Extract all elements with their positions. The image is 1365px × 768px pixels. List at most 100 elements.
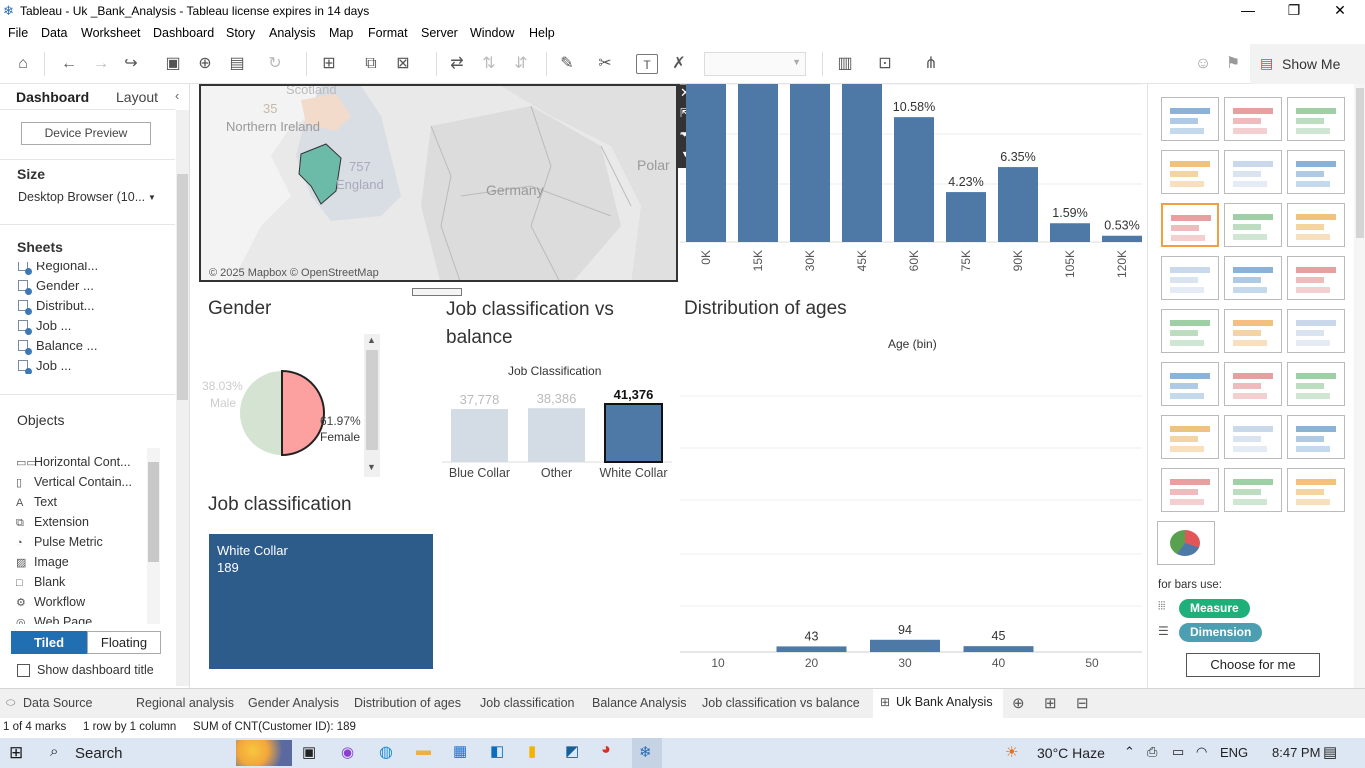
- menu-file[interactable]: File: [8, 26, 28, 40]
- pie-chart-icon[interactable]: [1287, 150, 1345, 194]
- copilot-icon[interactable]: ◉: [341, 743, 354, 761]
- notification-icon[interactable]: ▤: [1323, 743, 1337, 761]
- tab-jobbal[interactable]: Job classification vs balance: [702, 696, 860, 710]
- tray-chevron-icon[interactable]: ⌃: [1124, 744, 1135, 760]
- tab-balance[interactable]: Balance Analysis: [592, 696, 687, 710]
- windows-start-icon[interactable]: ⊞: [9, 743, 23, 763]
- presentation-icon[interactable]: ⊡: [874, 54, 896, 74]
- highlight-icon[interactable]: ✎: [556, 54, 578, 74]
- battery-icon[interactable]: ▭: [1172, 744, 1184, 760]
- tab-ages[interactable]: Distribution of ages: [354, 696, 461, 710]
- filled-map-icon[interactable]: [1224, 150, 1282, 194]
- continuous-lines-icon[interactable]: [1161, 309, 1219, 353]
- pause-updates-icon[interactable]: ▤: [226, 54, 248, 74]
- duplicate-icon[interactable]: ⧉: [360, 54, 382, 74]
- minimize-icon[interactable]: —: [1233, 2, 1263, 18]
- attach-icon[interactable]: ✂: [594, 54, 616, 74]
- discrete-lines-icon[interactable]: [1224, 309, 1282, 353]
- paint-icon[interactable]: ⚑: [1222, 54, 1244, 74]
- device-preview-button[interactable]: Device Preview: [21, 122, 151, 145]
- packed-bubbles-icon[interactable]: [1287, 468, 1345, 512]
- new-data-source-icon[interactable]: ⊕: [194, 54, 216, 74]
- sankey-extension-icon[interactable]: [1157, 521, 1215, 565]
- histogram-icon[interactable]: [1224, 415, 1282, 459]
- object-blank[interactable]: □ Blank: [16, 575, 65, 589]
- side-by-side-bars-icon[interactable]: [1287, 203, 1345, 247]
- tiled-button[interactable]: Tiled: [11, 631, 87, 654]
- dual-combination-icon[interactable]: [1287, 362, 1345, 406]
- save-icon[interactable]: ▣: [162, 54, 184, 74]
- weather-text[interactable]: 30°C Haze: [1037, 745, 1105, 761]
- object-webpage[interactable]: ◎ Web Page: [16, 615, 92, 624]
- floating-button[interactable]: Floating: [87, 631, 161, 654]
- clock[interactable]: 8:47 PM: [1272, 745, 1320, 760]
- tab-dashboard[interactable]: Dashboard: [16, 89, 89, 105]
- share-icon[interactable]: ⋔: [920, 54, 942, 74]
- stacked-bars-icon[interactable]: [1224, 203, 1282, 247]
- object-horizontal[interactable]: ▭▭Horizontal Cont...: [16, 455, 131, 469]
- sheet-item[interactable]: Balance ...: [18, 338, 97, 355]
- sheet-item[interactable]: Gender ...: [18, 278, 94, 295]
- menu-dashboard[interactable]: Dashboard: [153, 26, 214, 40]
- sort-asc-icon[interactable]: ⇅: [478, 54, 500, 74]
- tab-jobclass[interactable]: Job classification: [480, 696, 575, 710]
- balance-histogram[interactable]: 0K 15K 30K 45K 10.58% 60K 4.23% 75K 6.35% 90K 1.59…: [680, 84, 1142, 284]
- scatter-plot-icon[interactable]: [1161, 415, 1219, 459]
- taskbar-search[interactable]: Search: [75, 745, 123, 762]
- new-sheet-icon[interactable]: ⊞: [318, 54, 340, 74]
- jobclass-treemap-cell[interactable]: White Collar 189: [209, 534, 433, 669]
- replay-icon[interactable]: ↪: [120, 54, 142, 74]
- size-dropdown[interactable]: Desktop Browser (10...: [18, 190, 145, 204]
- object-vertical[interactable]: ▯ Vertical Contain...: [16, 475, 132, 489]
- tab-data-source[interactable]: Data Source: [23, 696, 92, 710]
- menu-help[interactable]: Help: [529, 26, 555, 40]
- outlook-icon[interactable]: ◧: [490, 742, 504, 760]
- menu-story[interactable]: Story: [226, 26, 255, 40]
- gender-pie[interactable]: 38.03% Male 61.97% Female: [202, 330, 382, 480]
- edge-icon[interactable]: ◍: [379, 742, 393, 762]
- close-icon[interactable]: ✕: [1325, 2, 1355, 19]
- text-table-icon[interactable]: [1161, 97, 1219, 141]
- restore-icon[interactable]: ❐: [1279, 2, 1309, 19]
- scroll-up-icon[interactable]: ▲: [367, 335, 376, 345]
- new-dashboard-icon[interactable]: ⊞: [1044, 694, 1057, 712]
- redo-icon[interactable]: →: [90, 54, 112, 74]
- sheet-item[interactable]: Regional...: [18, 262, 98, 275]
- undo-icon[interactable]: ←: [58, 54, 80, 74]
- objects-scrollbar[interactable]: [147, 448, 160, 624]
- menu-format[interactable]: Format: [368, 26, 408, 40]
- gender-scrollbar[interactable]: ▲ ▼: [364, 334, 380, 477]
- home-icon[interactable]: ⌂: [12, 54, 34, 74]
- file-explorer-icon[interactable]: ▬: [416, 742, 431, 759]
- sheet-item[interactable]: Job ...: [18, 318, 71, 335]
- wifi-icon[interactable]: ◠: [1196, 744, 1207, 760]
- bullet-graph-icon[interactable]: [1224, 468, 1282, 512]
- powerbi-icon[interactable]: ▮: [528, 742, 536, 760]
- tray-meet-icon[interactable]: ⎙: [1147, 744, 1157, 760]
- show-me-button[interactable]: ▤ Show Me: [1250, 44, 1365, 84]
- menu-analysis[interactable]: Analysis: [269, 26, 316, 40]
- box-whisker-icon[interactable]: [1287, 415, 1345, 459]
- menu-map[interactable]: Map: [329, 26, 353, 40]
- tab-gender[interactable]: Gender Analysis: [248, 696, 339, 710]
- tab-uk-bank-active[interactable]: ⊞ Uk Bank Analysis: [873, 689, 1003, 718]
- text-icon[interactable]: T: [636, 54, 658, 74]
- side-by-side-circles-icon[interactable]: [1287, 256, 1345, 300]
- area-discrete-icon[interactable]: [1224, 362, 1282, 406]
- language-indicator[interactable]: ENG: [1220, 745, 1248, 760]
- widget-icon[interactable]: [236, 740, 292, 766]
- tab-regional[interactable]: Regional analysis: [136, 696, 234, 710]
- dual-lines-icon[interactable]: [1287, 309, 1345, 353]
- scroll-down-icon[interactable]: ▼: [367, 462, 376, 472]
- heat-map-icon[interactable]: [1224, 97, 1282, 141]
- sheet-item[interactable]: Distribut...: [18, 298, 95, 315]
- circle-views-icon[interactable]: [1224, 256, 1282, 300]
- fit-dropdown[interactable]: ▼: [704, 52, 806, 76]
- menu-server[interactable]: Server: [421, 26, 458, 40]
- show-title-checkbox[interactable]: [17, 664, 30, 677]
- search-icon[interactable]: ⌕: [50, 743, 58, 760]
- pane-scrollbar[interactable]: [176, 110, 189, 686]
- new-worksheet-icon[interactable]: ⊕: [1012, 694, 1025, 712]
- tableau-taskbar-item[interactable]: ❄: [632, 738, 662, 768]
- new-story-icon[interactable]: ⊟: [1076, 694, 1089, 712]
